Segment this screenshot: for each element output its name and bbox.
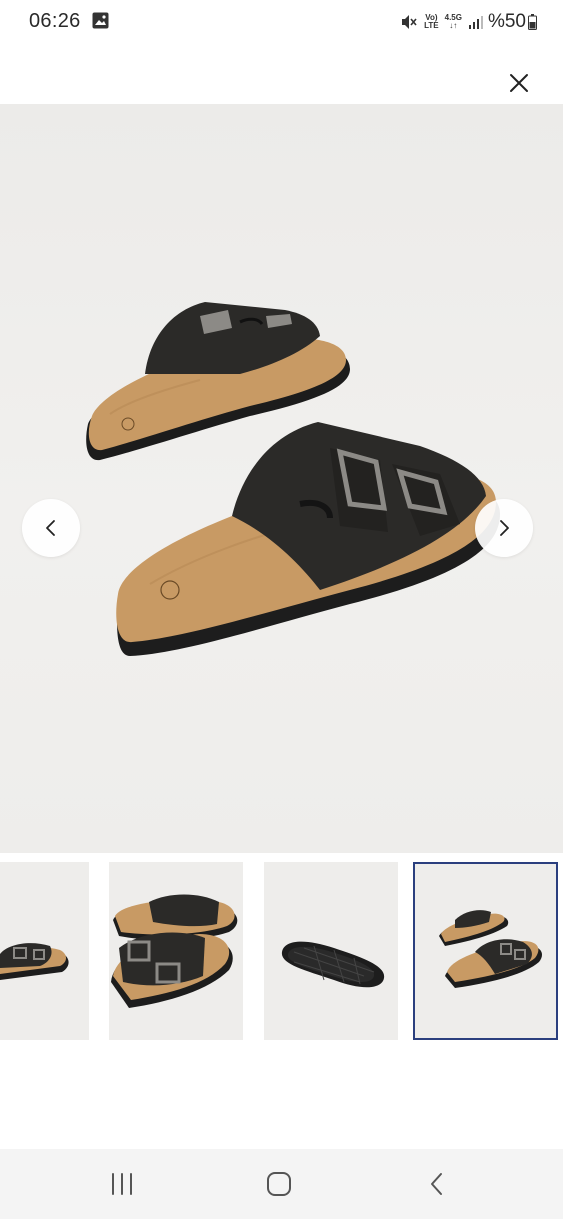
previous-image-button[interactable] [22,499,80,557]
network-indicator: 4.5G ↓↑ [445,14,462,30]
back-button[interactable] [423,1169,453,1199]
volte-label-bottom: LTE [424,21,439,30]
chevron-left-icon [46,520,55,536]
close-icon [510,74,528,92]
thumbnail-4-image [439,910,542,988]
status-icons: Vo) LTE 4.5G ↓↑ %50 [394,9,537,35]
back-icon [431,1173,442,1195]
thumbnail-strip [0,862,563,1042]
home-icon [267,1172,291,1196]
thumbnail-1[interactable] [0,862,89,1040]
front-sandal [116,422,500,656]
chevron-right-icon [500,520,509,536]
next-image-button[interactable] [475,499,533,557]
thumbnail-3[interactable] [264,862,398,1040]
status-time: 06:26 [29,10,81,32]
thumbnail-4[interactable] [413,862,558,1040]
battery-percent: %50 [487,11,526,32]
battery-icon [528,14,537,30]
thumbnail-2-image [111,894,238,1008]
thumbnail-1-image [0,943,69,980]
sandals-photo [86,302,500,656]
recents-button[interactable] [107,1169,137,1199]
system-navigation-bar [0,1149,563,1219]
recents-icon [112,1173,132,1195]
mute-icon [402,15,417,29]
thumbnail-2[interactable] [109,862,243,1040]
home-button[interactable] [264,1169,294,1199]
close-button[interactable] [502,66,536,100]
network-activity-label: ↓↑ [449,21,458,30]
product-main-image[interactable] [0,104,563,853]
gallery-icon [92,12,109,29]
thumbnail-3-image [281,941,385,988]
volte-indicator: Vo) LTE [424,14,439,30]
status-bar: 06:26 Vo) LTE 4.5G ↓↑ %50 [0,0,563,44]
signal-icon [468,16,483,29]
